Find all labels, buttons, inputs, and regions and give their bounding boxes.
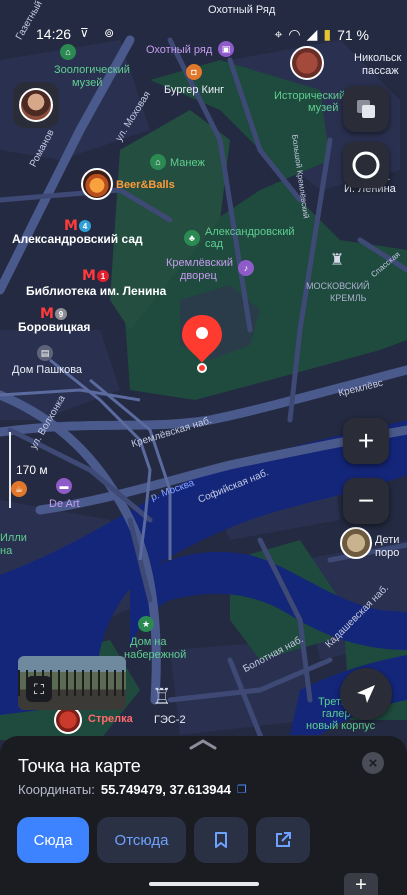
metro-line-badge: 1 — [96, 270, 109, 282]
map-view[interactable]: 14:26 ⊽ ⊚ ⌖ ◠ ◢ ▮ 71 % Охотный Ряд Охотн… — [0, 0, 407, 760]
map-label: набережной — [124, 649, 187, 661]
map-label: Александровский сад — [12, 232, 143, 246]
status-right: ⌖ ◠ ◢ ▮ 71 % — [274, 26, 369, 43]
coordinates-label: Координаты: — [18, 782, 95, 797]
music-icon[interactable]: ♪ — [238, 260, 254, 276]
share-icon — [276, 832, 291, 847]
map-label: КРЕМЛЬ — [330, 293, 367, 303]
metro-line-badge: 9 — [54, 308, 67, 320]
plus-icon: + — [355, 874, 367, 895]
close-button[interactable]: × — [362, 752, 384, 774]
copy-icon[interactable]: ❐ — [237, 783, 247, 796]
chevron-up-icon[interactable] — [188, 738, 218, 750]
location-icon: ⌖ — [274, 26, 283, 42]
metro-station-lenin-library[interactable]: M 1 — [82, 268, 109, 284]
zoom-out-button[interactable]: − — [343, 478, 389, 524]
map-label: пассаж — [362, 65, 399, 77]
coordinates-row: Координаты: 55.749479, 37.613944 ❐ — [18, 782, 247, 797]
map-label: поро — [375, 547, 400, 559]
scale-bar — [9, 432, 11, 508]
beer-balls-photo[interactable] — [81, 168, 113, 200]
bookmark-button[interactable] — [194, 817, 248, 863]
map-label: ГЭС-2 — [154, 714, 186, 726]
place-title: Точка на карте — [18, 756, 141, 776]
map-label: Дети — [375, 534, 400, 546]
close-icon: × — [368, 754, 378, 772]
map-label: Никольск — [354, 52, 402, 64]
strelka-photo[interactable] — [54, 706, 82, 734]
route-here-button[interactable]: Сюда — [17, 817, 89, 863]
location-arrow-icon — [357, 685, 375, 703]
museum-icon[interactable]: ⌂ — [60, 44, 76, 60]
map-label: музей — [72, 77, 103, 89]
coordinates-value[interactable]: 55.749479, 37.613944 — [101, 782, 231, 797]
library-icon[interactable]: ▤ — [37, 345, 53, 361]
landmark-icon[interactable]: ★ — [138, 616, 154, 632]
home-indicator — [149, 882, 259, 886]
ges2-icon[interactable]: ♖ — [152, 684, 172, 710]
shopping-icon[interactable]: ▣ — [218, 41, 234, 57]
kremlin-icon[interactable]: ♜ — [330, 250, 344, 270]
alice-assistant-button[interactable] — [343, 142, 389, 188]
cafe-icon[interactable]: ☕ — [11, 481, 27, 497]
historical-museum-photo[interactable] — [290, 46, 324, 80]
add-button[interactable]: + — [344, 873, 378, 895]
status-bar: 14:26 ⊽ ⊚ ⌖ ◠ ◢ ▮ 71 % — [0, 22, 407, 46]
map-label: Манеж — [170, 157, 205, 169]
burger-icon[interactable]: ◘ — [186, 64, 202, 80]
map-label: Илли — [0, 532, 27, 544]
map-label: Стрелка — [88, 713, 133, 725]
my-location-button[interactable] — [340, 668, 392, 720]
map-label: Кремлёвский — [166, 257, 234, 269]
children-museum-photo[interactable] — [340, 527, 372, 559]
bookmark-icon — [215, 832, 227, 848]
map-label: новый корпус — [306, 720, 376, 732]
signal-icon: ◢ — [306, 26, 318, 42]
place-card-sheet[interactable]: Точка на карте Координаты: 55.749479, 37… — [0, 736, 407, 895]
battery-icon: ▮ — [323, 26, 332, 42]
scale-label: 170 м — [16, 463, 48, 477]
map-label: сад — [205, 238, 224, 250]
map-label: Библиотека им. Ленина — [26, 284, 167, 298]
museum-icon[interactable]: ⌂ — [150, 154, 166, 170]
wifi-icon: ◠ — [288, 26, 301, 42]
metro-line-badge: 4 — [78, 220, 91, 232]
panorama-icon: ⛶ — [26, 676, 52, 702]
map-label: Боровицкая — [18, 320, 91, 334]
route-from-button[interactable]: Отсюда — [97, 817, 186, 863]
zoom-in-button[interactable]: + — [343, 418, 389, 464]
metro-icon: M — [82, 268, 96, 284]
plus-icon: + — [357, 425, 375, 456]
map-label: De Art — [49, 498, 80, 510]
hotel-icon[interactable]: ▬ — [56, 478, 72, 494]
share-button[interactable] — [256, 817, 310, 863]
avatar — [19, 88, 53, 122]
profile-avatar-button[interactable] — [13, 82, 59, 128]
park-icon[interactable]: ♣ — [184, 230, 200, 246]
map-pin-marker[interactable] — [180, 313, 224, 373]
map-label: Beer&Balls — [116, 179, 175, 191]
map-label: на — [0, 545, 13, 557]
map-label: Зоологический — [54, 64, 130, 76]
map-label: Охотный ряд — [146, 44, 213, 56]
layers-icon — [357, 100, 375, 118]
status-notification-icons: ⊽ ⊚ — [80, 26, 121, 40]
minus-icon: − — [357, 485, 375, 516]
map-label: дворец — [180, 270, 217, 282]
map-label: музей — [308, 102, 339, 114]
layers-button[interactable] — [343, 86, 389, 132]
map-label: Дом Пашкова — [12, 364, 83, 376]
map-label: Бургер Кинг — [164, 84, 225, 96]
map-label: Охотный Ряд — [208, 4, 276, 16]
status-time: 14:26 — [36, 26, 72, 42]
battery-level: 71 % — [337, 26, 369, 43]
panorama-thumbnail[interactable]: ⛶ — [18, 656, 126, 710]
alice-icon — [352, 151, 380, 179]
map-label: Дом на — [130, 636, 167, 648]
